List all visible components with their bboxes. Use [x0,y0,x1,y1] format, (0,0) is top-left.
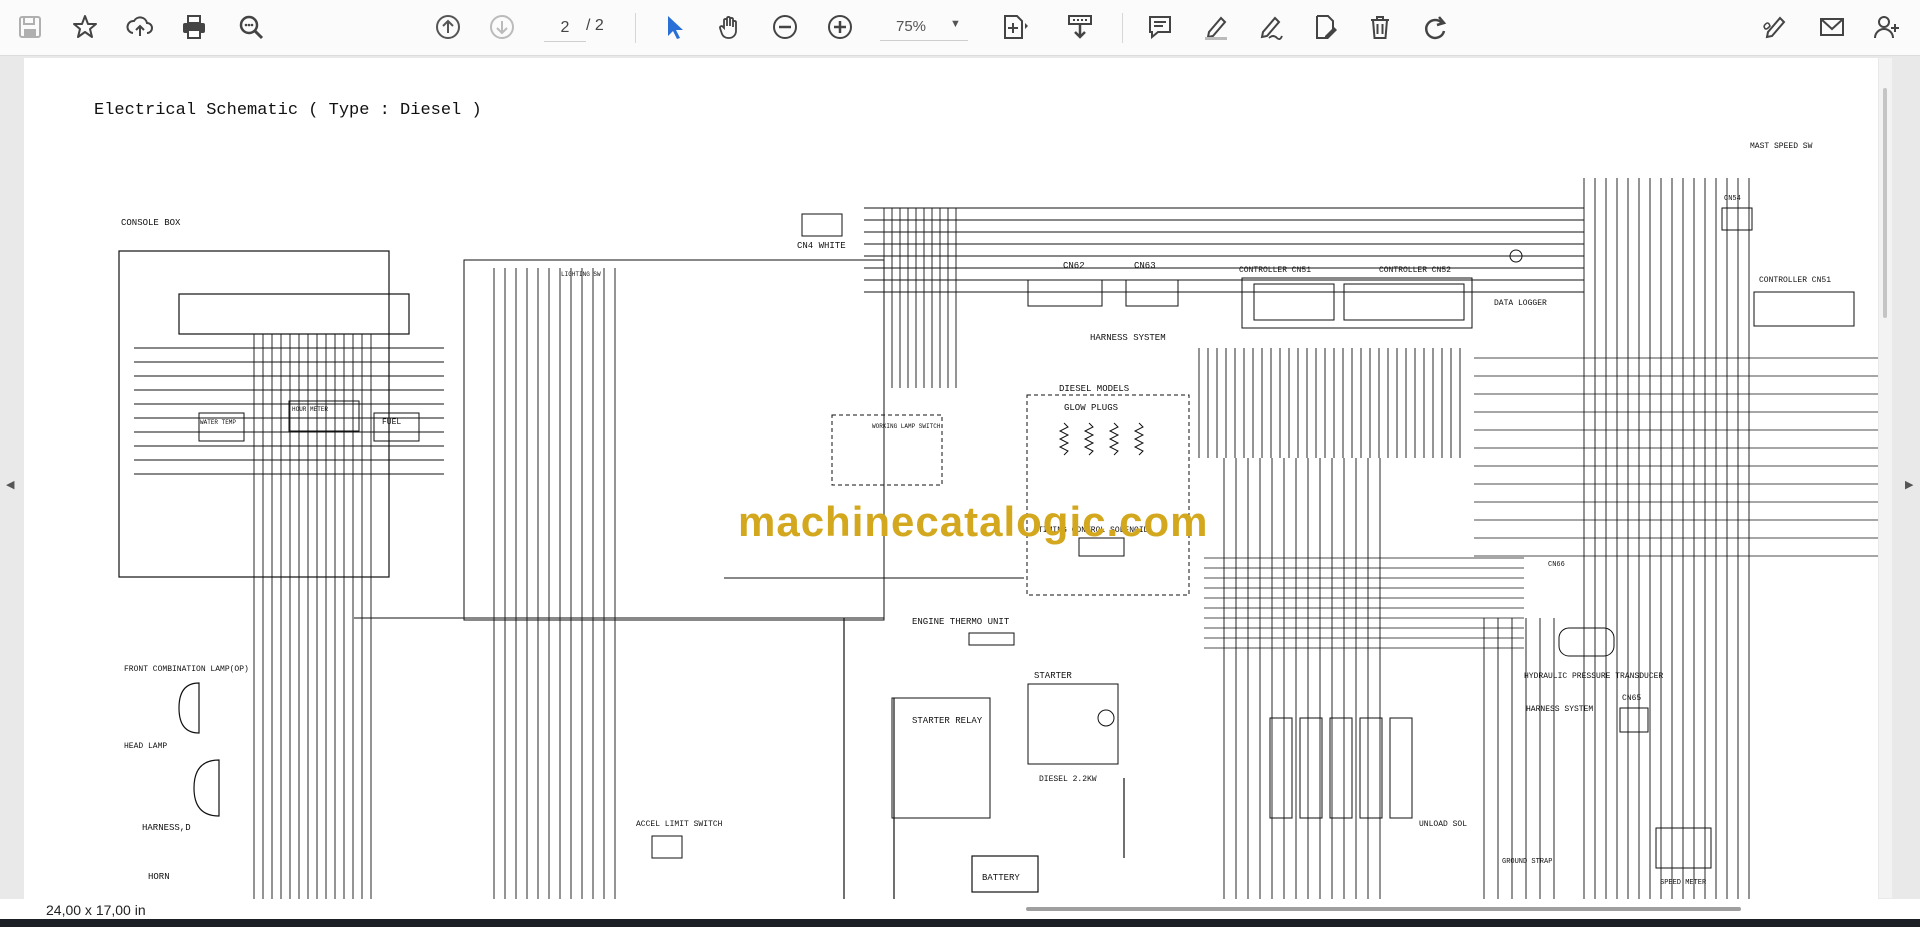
accel-limit-switch [651,835,683,859]
taskbar-strip [0,919,1920,927]
page-total: / 2 [586,17,604,34]
speed-meter-label: SPEED METER [1660,879,1707,887]
pdf-page: Electrical Schematic ( Type : Diesel ) C… [24,58,1878,899]
toolbar: / 2 75% ▼ [0,0,1920,56]
front-combination-lamp [178,682,200,734]
toolbar-separator [635,13,636,43]
hand-icon[interactable] [710,7,750,47]
page-up-icon[interactable] [428,7,468,47]
hour-meter-label: HOUR METER [292,406,328,413]
speed-meter-box [1655,827,1712,869]
page-number-input[interactable] [544,15,586,42]
ground-strap-label: GROUND STRAP [1502,858,1552,866]
zoom-in-icon[interactable] [820,7,860,47]
cloud-upload-icon[interactable] [120,7,160,47]
front-combination-lamp-label: FRONT COMBINATION LAMP(OP) [124,665,249,674]
mast-speed-sw-label: MAST SPEED SW [1750,142,1813,151]
draw-icon[interactable] [1250,7,1290,47]
zoom-value: 75% [896,18,927,35]
watermark: machinecatalogic.com [738,498,1209,545]
harness-system-label: HARNESS SYSTEM [1090,333,1166,343]
harness-d-label: HARNESS,D [142,823,191,833]
controller-cn51-label: CONTROLLER CN51 [1239,266,1311,275]
glow-plug-coils [1058,422,1145,456]
horizontal-scrollbar[interactable] [1026,907,1741,911]
starter-box [1027,683,1119,765]
engine-thermo-label: ENGINE THERMO UNIT [912,617,1010,627]
fuel-label: FUEL [382,418,401,427]
toolbar-separator [1122,13,1123,43]
cn4-label: CN4 WHITE [797,241,846,251]
glow-plugs-label: GLOW PLUGS [1064,403,1118,413]
starter-relay-label: STARTER RELAY [912,716,983,726]
print-icon[interactable] [174,7,214,47]
head-lamp-label: HEAD LAMP [124,742,167,751]
vertical-scrollbar[interactable] [1879,58,1892,898]
cn63-connector [1125,279,1179,307]
schematic-title: Electrical Schematic ( Type : Diesel ) [94,101,482,120]
page-fit-icon[interactable] [994,7,1034,47]
controller-cn51-right-label: CONTROLLER CN51 [1759,276,1831,285]
zoom-search-icon[interactable] [231,7,271,47]
horn-label: HORN [148,872,170,882]
unload-sol-label: UNLOAD SOL [1419,820,1467,829]
accel-limit-switch-label: ACCEL LIMIT SWITCH [636,820,723,829]
unload-solenoid-bank [1269,717,1413,819]
cn65-connector [1619,707,1649,733]
controller-cn52-connector [1343,283,1465,321]
cn65-label: CN65 [1622,694,1641,703]
diesel-models-box [1026,394,1190,596]
mail-icon[interactable] [1812,7,1852,47]
vertical-scroll-thumb[interactable] [1883,88,1887,318]
cn66-label: CN66 [1548,561,1565,569]
page-size-label: 24,00 x 17,00 in [46,902,146,918]
battery-label: BATTERY [982,873,1020,883]
right-panel-toggle-icon[interactable]: ▶ [1905,478,1915,491]
diesel-kw-label: DIESEL 2.2KW [1039,775,1097,784]
chevron-down-icon: ▼ [950,18,961,30]
document-viewport[interactable]: Electrical Schematic ( Type : Diesel ) C… [0,56,1920,899]
water-temp-label: WATER TEMP [200,419,236,426]
star-icon[interactable] [65,7,105,47]
diesel-models-label: DIESEL MODELS [1059,384,1129,394]
gauge-panel [178,293,410,335]
starter-label: STARTER [1034,671,1072,681]
lighting-sw-label: LIGHTING SW [561,271,601,278]
electrical-schematic: Electrical Schematic ( Type : Diesel ) C… [94,101,1878,899]
head-lamp [193,759,220,817]
zoom-select[interactable]: 75% ▼ [880,15,968,41]
highlight-pen-icon[interactable] [1196,7,1236,47]
zoom-out-icon[interactable] [765,7,805,47]
save-icon[interactable] [10,7,50,47]
hydraulic-transducer-label: HYDRAULIC PRESSURE TRANSDUCER [1524,672,1663,681]
harness-system-right-label: HARNESS SYSTEM [1526,705,1593,714]
delete-icon[interactable] [1360,7,1400,47]
water-temp-box [198,412,245,442]
controller-cn52-label: CONTROLLER CN52 [1379,266,1451,275]
scroll-mode-icon[interactable] [1060,7,1100,47]
working-lamp-label: WORKING LAMP SWITCH [872,423,941,430]
cn62-label: CN62 [1063,261,1085,271]
console-box-label: CONSOLE BOX [121,218,181,228]
engine-thermo-unit [968,632,1015,646]
controller-cn51-right-connector [1753,291,1855,327]
select-cursor-icon[interactable] [654,7,694,47]
redo-icon[interactable] [1415,7,1455,47]
sign-icon[interactable] [1755,7,1795,47]
starter-motor [1097,709,1115,727]
controller-cn51-connector [1253,283,1335,321]
add-user-icon[interactable] [1867,7,1907,47]
cn62-connector [1027,279,1103,307]
cn4-connector [801,213,843,237]
cn54-connector [1721,207,1753,231]
comment-icon[interactable] [1140,7,1180,47]
page-down-icon[interactable] [482,7,522,47]
left-panel-toggle-icon[interactable]: ◀ [6,478,16,491]
stamp-icon[interactable] [1305,7,1345,47]
data-logger-label: DATA LOGGER [1494,299,1547,308]
cn63-label: CN63 [1134,261,1156,271]
